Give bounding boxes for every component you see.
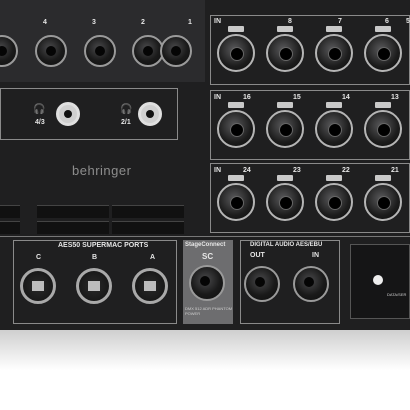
in-label: IN (214, 94, 221, 101)
push-latch[interactable] (277, 26, 293, 32)
xlr-label-1: 1 (188, 19, 192, 26)
push-latch[interactable] (277, 175, 293, 181)
push-latch[interactable] (375, 102, 391, 108)
vent-slot (0, 205, 20, 218)
data-led (373, 275, 383, 285)
combo-input[interactable] (364, 34, 402, 72)
push-latch[interactable] (228, 26, 244, 32)
in-number: 23 (293, 167, 301, 174)
vent-slot (37, 205, 109, 218)
push-latch[interactable] (228, 102, 244, 108)
xlr-output-3[interactable] (84, 35, 116, 67)
in-number: 7 (338, 18, 342, 25)
xlr-label-2: 2 (141, 19, 145, 26)
stageconnect-caption: DMX 512 ADR PHANTOM POWER (185, 306, 233, 316)
in-label: IN (214, 167, 221, 174)
aes50-port-label-b: B (92, 254, 98, 261)
in-number: 22 (342, 167, 350, 174)
xlr-output-4[interactable] (35, 35, 67, 67)
aes50-port-label-c: C (36, 254, 42, 261)
brand-logo: behringer (72, 163, 132, 178)
combo-input[interactable] (217, 34, 255, 72)
aes50-port-label-a: A (150, 254, 156, 261)
combo-input[interactable] (266, 110, 304, 148)
shadow (0, 330, 410, 370)
divider (0, 236, 410, 237)
combo-input[interactable] (266, 34, 304, 72)
stageconnect-connector[interactable] (189, 265, 225, 301)
push-latch[interactable] (326, 175, 342, 181)
in-label: IN (214, 18, 221, 25)
combo-input[interactable] (364, 110, 402, 148)
combo-input[interactable] (364, 183, 402, 221)
aes-in-connector[interactable] (293, 266, 329, 302)
in-number: 21 (391, 167, 399, 174)
push-latch[interactable] (277, 102, 293, 108)
push-latch[interactable] (228, 175, 244, 181)
xlr-label-3: 3 (92, 19, 96, 26)
in-number: 14 (342, 94, 350, 101)
push-latch[interactable] (326, 26, 342, 32)
data-label: DATA/SER (387, 292, 407, 297)
vent-slot (112, 221, 184, 234)
combo-input[interactable] (315, 183, 353, 221)
aes50-port-c[interactable] (20, 268, 56, 304)
in-number: 5 (406, 18, 410, 25)
vent-slot (112, 205, 184, 218)
headphone-icon: 🎧 (33, 104, 46, 115)
vent-slot (0, 221, 20, 234)
headphone-label-2-1: 2/1 (121, 119, 131, 126)
vent-slot (37, 221, 109, 234)
push-latch[interactable] (375, 26, 391, 32)
headphone-jack-2-1[interactable] (138, 102, 162, 126)
headphone-jack-4-3[interactable] (56, 102, 80, 126)
in-number: 6 (385, 18, 389, 25)
combo-input[interactable] (266, 183, 304, 221)
aes-in-label: IN (312, 252, 319, 259)
combo-input[interactable] (315, 34, 353, 72)
aes-out-label: OUT (250, 252, 265, 259)
in-number: 15 (293, 94, 301, 101)
stageconnect-title: StageConnect (185, 242, 226, 248)
aes-out-connector[interactable] (244, 266, 280, 302)
combo-input[interactable] (217, 110, 255, 148)
push-latch[interactable] (375, 175, 391, 181)
in-number: 13 (391, 94, 399, 101)
push-latch[interactable] (326, 102, 342, 108)
combo-input[interactable] (315, 110, 353, 148)
headphone-label-4-3: 4/3 (35, 119, 45, 126)
in-number: 24 (243, 167, 251, 174)
xlr-label-4: 4 (43, 19, 47, 26)
mixer-rear-panel: 4 3 2 1 🎧 🎧 4/3 2/1 behringer IN 8 7 6 5… (0, 0, 410, 332)
in-number: 16 (243, 94, 251, 101)
combo-input[interactable] (217, 183, 255, 221)
in-number: 8 (288, 18, 292, 25)
aes50-title: AES50 SUPERMAC PORTS (58, 242, 149, 249)
aes-ebu-title: DIGITAL AUDIO AES/EBU (250, 242, 323, 248)
aes50-port-a[interactable] (132, 268, 168, 304)
stageconnect-logo: SC (202, 252, 214, 261)
aes50-port-b[interactable] (76, 268, 112, 304)
xlr-output-1[interactable] (160, 35, 192, 67)
headphone-icon: 🎧 (120, 104, 133, 115)
